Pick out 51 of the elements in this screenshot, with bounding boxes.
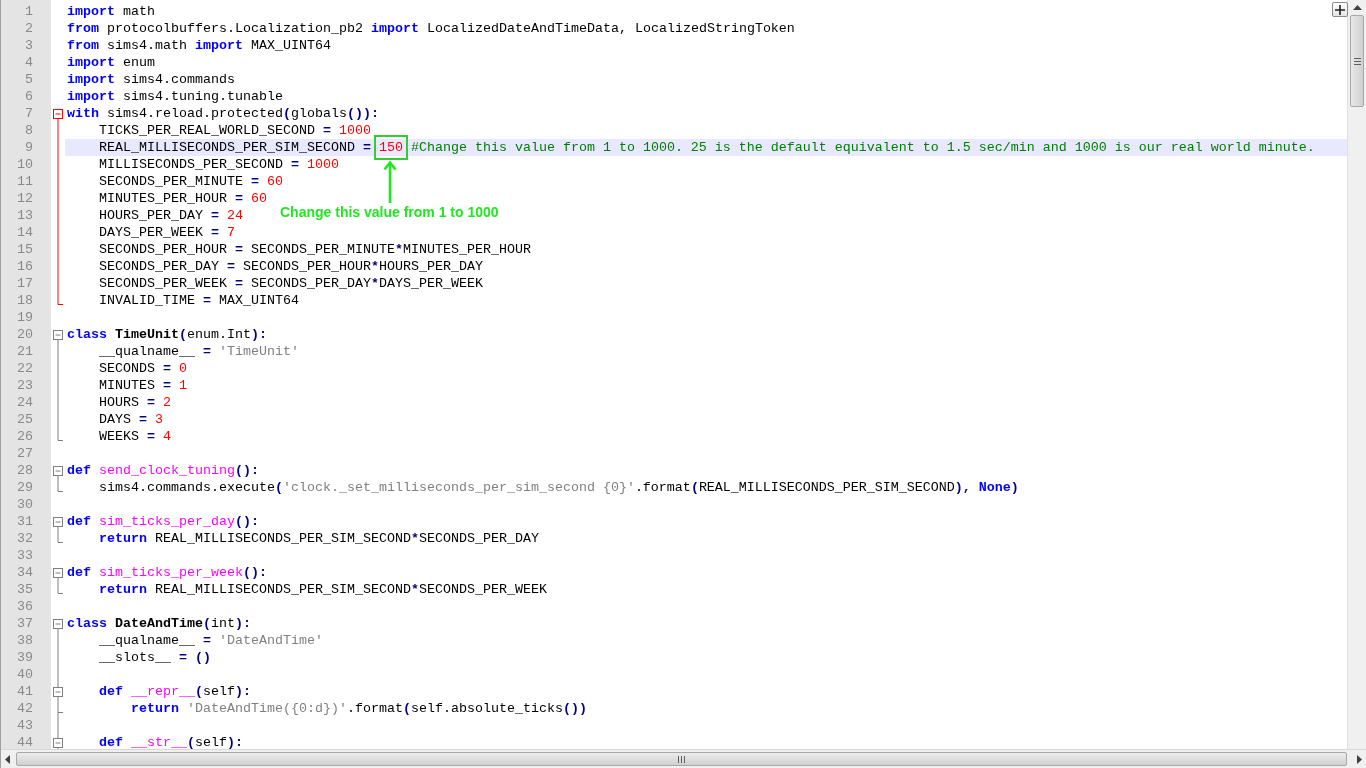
collapse-icon[interactable] [51,734,65,749]
grip-icon [678,755,685,763]
code-line: INVALID_TIME = MAX_UINT64 [98,292,299,309]
code-line: import sims4.tuning.tunable [67,88,283,105]
code-line: DAYS_PER_WEEK = 7 [98,224,235,241]
code-line: class DateAndTime(int): [67,615,251,632]
code-line: SECONDS_PER_HOUR = SECONDS_PER_MINUTE*MINUTES_PER_HOUR [98,241,531,258]
code-line: TICKS_PER_REAL_WORLD_SECOND = 1000 [98,122,371,139]
code-line: WEEKS = 4 [98,428,171,445]
code-line: return 'DateAndTime({0:d})'.format(self.absolute_ticks()) [130,700,587,717]
code-line: import math [67,3,155,20]
code-line: import sims4.commands [67,71,235,88]
code-line: DAYS = 3 [98,411,163,428]
code-line: HOURS_PER_DAY = 24 [98,207,243,224]
horizontal-scrollbar[interactable] [1,749,1366,768]
code-line: return REAL_MILLISECONDS_PER_SIM_SECOND*SECONDS_PER_WEEK [98,581,547,598]
code-line: SECONDS = 0 [98,360,187,377]
scroll-up-icon[interactable] [1352,5,1362,10]
code-line: def __repr__(self): [98,683,251,700]
plus-icon [1335,4,1345,15]
grip-icon [1353,57,1361,65]
code-line: __qualname__ = 'TimeUnit' [98,343,299,360]
plus-button[interactable] [1332,2,1348,17]
scroll-thumb[interactable] [16,752,1347,766]
code-line: def sim_ticks_per_day(): [67,513,259,530]
code-line: with sims4.reload.protected(globals()): [67,105,379,122]
code-line: from protocolbuffers.Localization_pb2 import LocalizedDateAndTimeData, LocalizedStringToken [67,20,795,37]
code-line: return REAL_MILLISECONDS_PER_SIM_SECOND*SECONDS_PER_DAY [98,530,539,547]
code-line: MILLISECONDS_PER_SECOND = 1000 [98,156,339,173]
scroll-left-icon[interactable] [5,754,10,764]
code-line: __qualname__ = 'DateAndTime' [98,632,323,649]
code-line: sims4.commands.execute('clock._set_milliseconds_per_sim_second {0}'.format(REAL_MILLISECONDS_PER_SIM_SECOND), None) [98,479,1019,496]
code-line: SECONDS_PER_WEEK = SECONDS_PER_DAY*DAYS_PER_WEEK [98,275,483,292]
code-line: SECONDS_PER_MINUTE = 60 [98,173,283,190]
scroll-thumb[interactable] [1350,15,1364,107]
scroll-right-icon[interactable] [1357,754,1362,764]
code-line: MINUTES_PER_HOUR = 60 [98,190,267,207]
code-line: class TimeUnit(enum.Int): [67,326,267,343]
vertical-scrollbar[interactable] [1347,0,1366,749]
code-line: from sims4.math import MAX_UINT64 [67,37,331,54]
code-line: def sim_ticks_per_week(): [67,564,267,581]
code-line: HOURS = 2 [98,394,171,411]
code-line: def __str__(self): [98,734,243,749]
code-line: import enum [67,54,155,71]
callout-text: Change this value from 1 to 1000 [280,204,499,220]
code-line: def send_clock_tuning(): [67,462,259,479]
code-line: SECONDS_PER_DAY = SECONDS_PER_HOUR*HOURS_PER_DAY [98,258,483,275]
code-line: MINUTES = 1 [98,377,187,394]
collapse-icon[interactable] [51,683,65,700]
arrow-icon [383,160,397,204]
code-line: __slots__ = () [98,649,211,666]
